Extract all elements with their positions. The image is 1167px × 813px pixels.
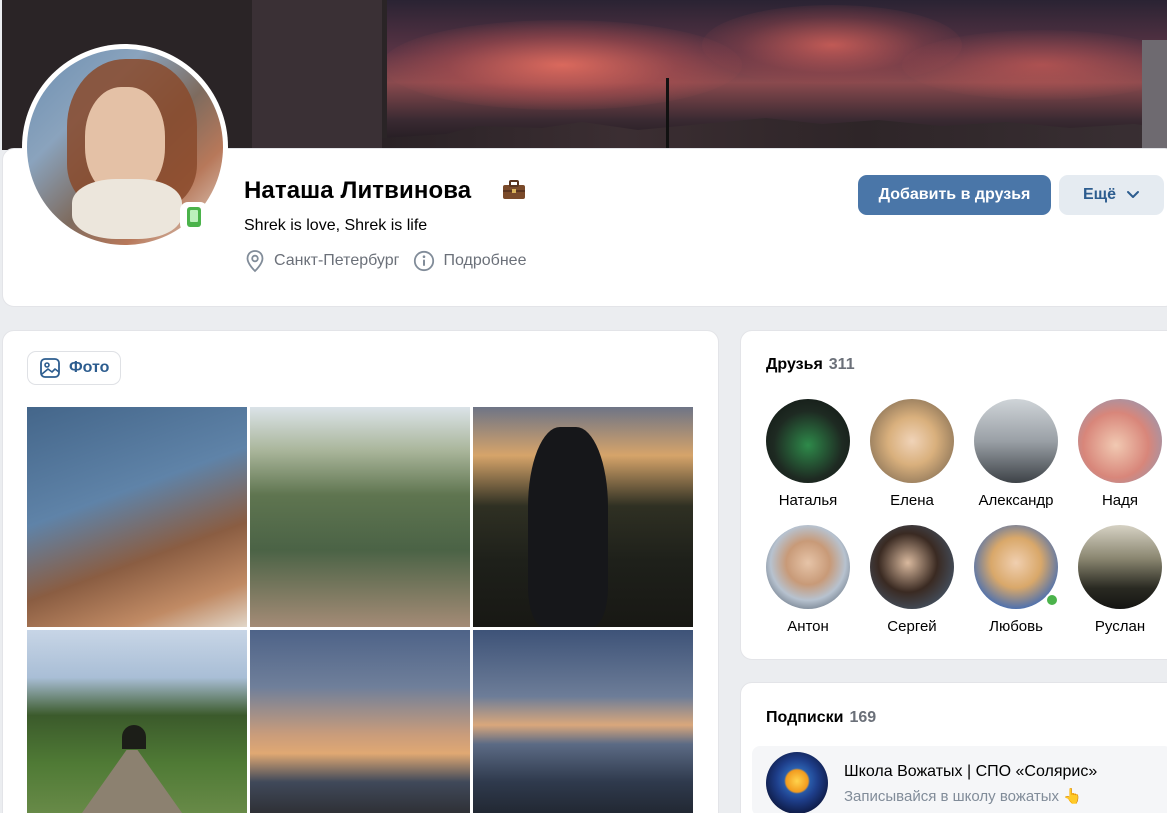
profile-status: Shrek is love, Shrek is life	[244, 217, 428, 234]
add-friend-button[interactable]: Добавить в друзья	[858, 175, 1051, 215]
friend-item[interactable]: Наталья	[753, 399, 863, 509]
friend-avatar	[1078, 525, 1162, 609]
friend-avatar	[974, 525, 1059, 609]
photo-thumbnail[interactable]	[473, 630, 693, 813]
photo-thumbnail[interactable]	[473, 407, 693, 627]
subscriptions-count: 169	[849, 709, 877, 726]
mobile-online-icon	[180, 202, 208, 232]
city-item: Санкт-Петербург	[244, 249, 399, 273]
friend-name: Сергей	[887, 618, 937, 635]
photos-tab[interactable]: Фото	[27, 351, 122, 385]
friend-item[interactable]: Надя	[1065, 399, 1167, 509]
friend-name: Елена	[890, 492, 934, 509]
subscription-title[interactable]: Школа Вожатых | СПО «Солярис»	[844, 763, 1097, 781]
photo-thumbnail[interactable]	[27, 407, 247, 627]
friend-name: Антон	[787, 618, 829, 635]
subscription-description: Записывайся в школу вожатых 👆	[844, 788, 1082, 805]
friend-item[interactable]: Александр	[961, 399, 1071, 509]
profile-name: Наташа Литвинова	[244, 177, 472, 204]
friend-avatar	[766, 399, 850, 483]
friend-avatar	[766, 525, 850, 609]
more-button[interactable]: Ещё	[1059, 175, 1164, 215]
details-label: Подробнее	[443, 252, 527, 269]
friend-avatar	[974, 399, 1058, 483]
friends-count: 311	[828, 356, 855, 373]
friend-item[interactable]: Любовь	[961, 525, 1071, 635]
friend-item[interactable]: Сергей	[857, 525, 967, 635]
photo-thumbnail[interactable]	[27, 630, 247, 813]
friend-name: Наталья	[778, 492, 838, 509]
friends-title[interactable]: Друзья 311	[766, 356, 855, 374]
details-link[interactable]: Подробнее	[413, 250, 526, 272]
profile-info-row: Санкт-Петербург Подробнее	[244, 249, 540, 273]
location-pin-icon	[246, 250, 264, 273]
more-label: Ещё	[1082, 186, 1117, 203]
photo-thumbnail[interactable]	[250, 407, 470, 627]
subscription-avatar	[766, 752, 828, 813]
photos-tab-label: Фото	[69, 359, 110, 376]
city-label: Санкт-Петербург	[274, 252, 400, 269]
friend-item[interactable]: Елена	[857, 399, 967, 509]
friend-name: Александр	[978, 492, 1054, 509]
friend-avatar	[870, 399, 954, 483]
friend-avatar	[870, 525, 954, 609]
photo-thumbnail[interactable]	[250, 630, 470, 813]
briefcase-icon	[503, 180, 525, 199]
friend-item[interactable]: Антон	[753, 525, 863, 635]
chevron-down-icon	[1127, 191, 1140, 198]
friend-avatar	[1078, 399, 1162, 483]
friend-name: Надя	[1101, 492, 1139, 509]
online-indicator	[1045, 593, 1059, 607]
photo-icon	[40, 358, 60, 378]
friend-item[interactable]: Руслан	[1065, 525, 1167, 635]
info-icon	[414, 250, 435, 272]
subscriptions-title[interactable]: Подписки 169	[766, 709, 876, 727]
friend-name: Любовь	[989, 618, 1043, 635]
friend-name: Руслан	[1094, 618, 1146, 635]
